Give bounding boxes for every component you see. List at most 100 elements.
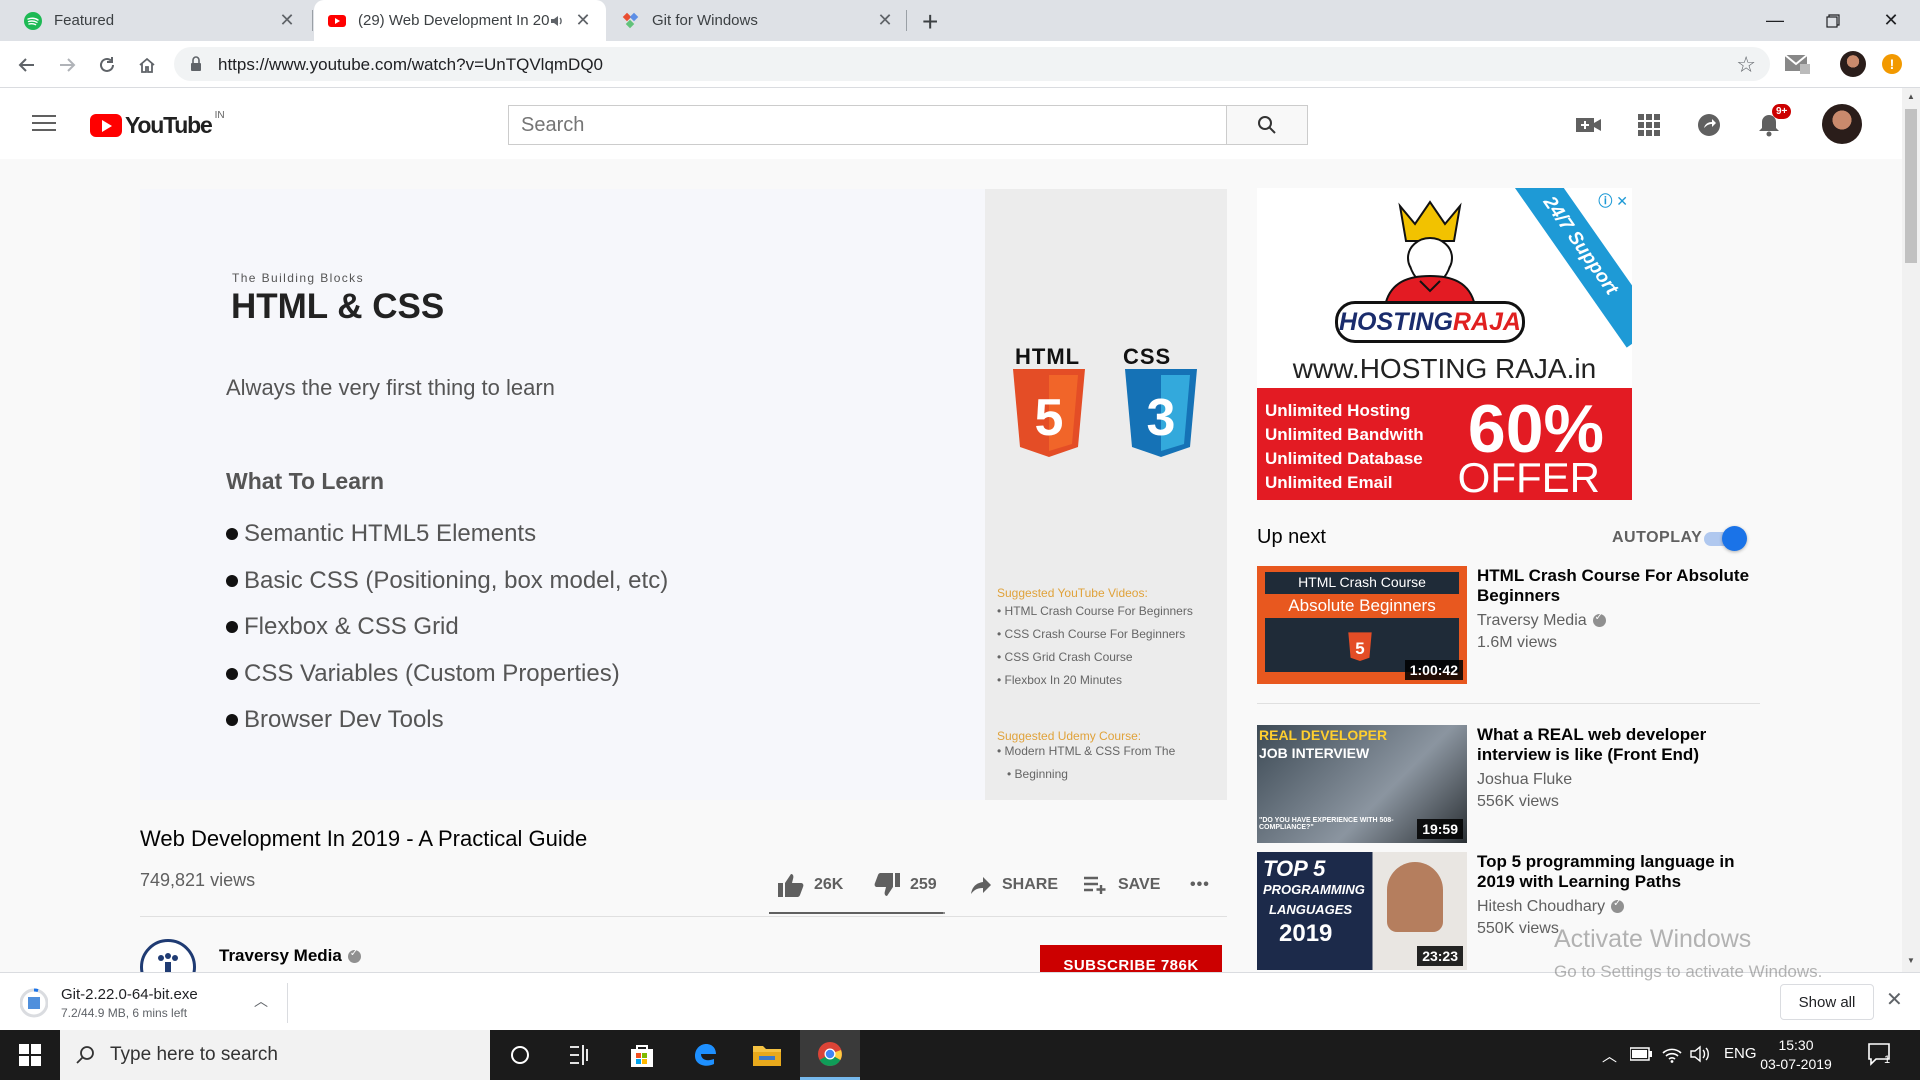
thumbnail-text: LANGUAGES bbox=[1269, 902, 1353, 917]
apps-button[interactable] bbox=[1636, 112, 1662, 138]
task-view-button[interactable] bbox=[550, 1030, 610, 1080]
gmail-extension-icon[interactable] bbox=[1784, 52, 1810, 74]
windows-taskbar: Type here to search ︿ ENG 15:30 03-07-20… bbox=[0, 1030, 1920, 1080]
battery-icon[interactable] bbox=[1630, 1047, 1652, 1061]
ad-brand-part1: HOSTING bbox=[1339, 308, 1453, 336]
close-window-button[interactable]: ✕ bbox=[1862, 0, 1920, 41]
file-explorer-app[interactable] bbox=[737, 1030, 797, 1080]
ad-feature: Unlimited Bandwith bbox=[1265, 425, 1424, 444]
tab-git-for-windows[interactable]: Git for Windows ✕ bbox=[608, 0, 908, 41]
video-thumbnail[interactable]: REAL DEVELOPER JOB INTERVIEW "DO YOU HAV… bbox=[1257, 725, 1467, 843]
bookmark-star-icon[interactable]: ☆ bbox=[1736, 52, 1756, 78]
lock-icon[interactable] bbox=[190, 56, 202, 72]
close-icon[interactable]: ✕ bbox=[278, 10, 296, 31]
recommendation-item[interactable]: REAL DEVELOPER JOB INTERVIEW "DO YOU HAV… bbox=[1257, 725, 1760, 843]
like-button[interactable]: 26K bbox=[778, 870, 843, 900]
display-ad[interactable]: 24/7 Support ⓘ ✕ HOSTINGRAJA www.HOSTING… bbox=[1257, 188, 1632, 500]
url-text[interactable]: https://www.youtube.com/watch?v=UnTQVlqm… bbox=[218, 55, 603, 75]
thumbnail-person bbox=[1387, 862, 1443, 932]
address-bar[interactable]: https://www.youtube.com/watch?v=UnTQVlqm… bbox=[174, 47, 1770, 81]
tab-web-development[interactable]: (29) Web Development In 20 ✕ bbox=[314, 0, 606, 41]
scroll-up-icon[interactable]: ▲ bbox=[1907, 92, 1915, 101]
css3-shield-number: 3 bbox=[1147, 389, 1176, 447]
create-video-button[interactable] bbox=[1576, 112, 1602, 138]
close-icon[interactable]: ✕ bbox=[574, 10, 592, 31]
restore-icon bbox=[1826, 13, 1840, 28]
update-warning-icon[interactable]: ! bbox=[1882, 54, 1902, 74]
taskbar-search[interactable]: Type here to search bbox=[60, 1030, 490, 1080]
taskbar-clock[interactable]: 15:30 03-07-2019 bbox=[1756, 1036, 1836, 1074]
thumbnail-text: 2019 bbox=[1279, 920, 1333, 947]
recommendation-title[interactable]: HTML Crash Course For Absolute Beginners bbox=[1477, 566, 1757, 606]
ad-choices-icon[interactable]: ⓘ ✕ bbox=[1598, 191, 1628, 211]
show-hidden-icons[interactable]: ︿ bbox=[1602, 1045, 1617, 1066]
recommendation-channel[interactable]: Traversy Media bbox=[1477, 612, 1757, 630]
save-label: SAVE bbox=[1118, 876, 1161, 893]
recommendation-title[interactable]: What a REAL web developer interview is l… bbox=[1477, 725, 1757, 765]
youtube-logo[interactable]: YouTube IN bbox=[90, 110, 225, 139]
share-button[interactable]: SHARE bbox=[970, 870, 1058, 900]
recommendation-channel[interactable]: Joshua Fluke bbox=[1477, 771, 1757, 789]
close-icon[interactable]: ✕ bbox=[876, 10, 894, 31]
thumbnail-text: JOB INTERVIEW bbox=[1259, 745, 1370, 761]
sentiment-bar bbox=[769, 912, 945, 914]
forward-button[interactable] bbox=[52, 50, 82, 80]
tab-divider bbox=[906, 10, 907, 31]
page-scrollbar[interactable]: ▲ ▼ bbox=[1902, 88, 1920, 972]
recommendation-title[interactable]: Top 5 programming language in 2019 with … bbox=[1477, 852, 1757, 892]
messages-button[interactable] bbox=[1696, 112, 1722, 138]
profile-avatar[interactable] bbox=[1840, 51, 1866, 77]
verified-badge-icon bbox=[1611, 898, 1625, 914]
slide-heading: HTML & CSS bbox=[231, 287, 445, 326]
recommendation-meta: HTML Crash Course For Absolute Beginners… bbox=[1477, 566, 1757, 652]
volume-icon[interactable] bbox=[1690, 1045, 1712, 1063]
channel-avatar[interactable] bbox=[140, 939, 196, 972]
autoplay-toggle[interactable] bbox=[1704, 526, 1747, 551]
account-avatar[interactable] bbox=[1822, 104, 1862, 144]
save-button[interactable]: SAVE bbox=[1084, 870, 1160, 900]
download-item[interactable]: Git-2.22.0-64-bit.exe 7.2/44.9 MB, 6 min… bbox=[18, 983, 288, 1023]
edge-app[interactable] bbox=[675, 1030, 735, 1080]
minimize-button[interactable]: — bbox=[1746, 0, 1804, 41]
subscribe-button[interactable]: SUBSCRIBE 786K bbox=[1040, 945, 1222, 972]
recommendation-item[interactable]: HTML Crash Course Absolute Beginners 5 1… bbox=[1257, 566, 1760, 684]
video-thumbnail[interactable]: HTML Crash Course Absolute Beginners 5 1… bbox=[1257, 566, 1467, 684]
chevron-up-icon[interactable]: ︿ bbox=[254, 991, 268, 1011]
slide-bullet: Browser Dev Tools bbox=[226, 697, 668, 744]
clock-date: 03-07-2019 bbox=[1760, 1056, 1832, 1072]
home-button[interactable] bbox=[132, 50, 162, 80]
store-app[interactable] bbox=[612, 1030, 672, 1080]
more-actions-button[interactable]: ••• bbox=[1190, 870, 1210, 900]
scrollbar-thumb[interactable] bbox=[1905, 109, 1917, 263]
watch-page: The Building Blocks HTML & CSS Always th… bbox=[0, 159, 1902, 972]
speaker-icon[interactable] bbox=[550, 14, 566, 28]
video-player[interactable]: The Building Blocks HTML & CSS Always th… bbox=[140, 189, 1227, 800]
menu-icon[interactable] bbox=[32, 115, 56, 133]
html5-shield-number: 5 bbox=[1035, 389, 1064, 447]
back-button[interactable] bbox=[12, 50, 42, 80]
start-button[interactable] bbox=[0, 1030, 60, 1080]
show-all-button[interactable]: Show all bbox=[1780, 984, 1874, 1020]
tab-featured[interactable]: Featured ✕ bbox=[10, 0, 310, 41]
recommendation-channel[interactable]: Hitesh Choudhary bbox=[1477, 898, 1757, 916]
cortana-button[interactable] bbox=[490, 1030, 550, 1080]
new-tab-button[interactable]: + bbox=[922, 6, 938, 38]
wifi-icon[interactable] bbox=[1662, 1045, 1682, 1063]
video-thumbnail[interactable]: TOP 5 PROGRAMMING LANGUAGES 2019 23:23 bbox=[1257, 852, 1467, 970]
search-input[interactable] bbox=[509, 106, 1226, 144]
input-language[interactable]: ENG bbox=[1724, 1045, 1757, 1062]
dislike-button[interactable]: 259 bbox=[874, 870, 937, 900]
youtube-icon bbox=[328, 14, 346, 27]
channel-name[interactable]: Traversy Media bbox=[219, 946, 361, 966]
chrome-app[interactable] bbox=[800, 1030, 860, 1080]
close-icon[interactable]: ✕ bbox=[1886, 987, 1903, 1012]
action-center-count: 1 bbox=[1884, 1054, 1891, 1066]
search-icon bbox=[76, 1046, 94, 1064]
search-box[interactable] bbox=[508, 105, 1227, 145]
reload-button[interactable] bbox=[92, 50, 122, 80]
search-button[interactable] bbox=[1227, 105, 1308, 145]
git-icon bbox=[622, 12, 639, 28]
maximize-button[interactable] bbox=[1804, 0, 1862, 41]
autoplay-label: AUTOPLAY bbox=[1612, 529, 1703, 546]
scroll-down-icon[interactable]: ▼ bbox=[1907, 956, 1915, 965]
